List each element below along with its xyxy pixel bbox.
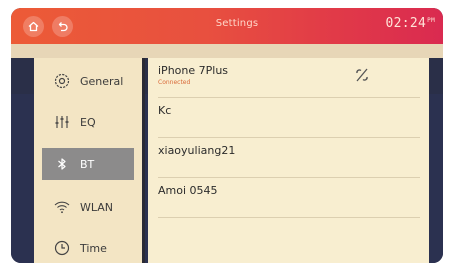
device-name: xiaoyuliang21 [158, 144, 236, 157]
clock-icon [52, 238, 72, 258]
sidebar-item-wlan[interactable]: WLAN [42, 191, 134, 223]
device-name: iPhone 7Plus [158, 64, 229, 77]
sidebar-item-label: Time [80, 241, 107, 255]
sidebar-item-label: EQ [80, 115, 96, 129]
device-name: Amoi 0545 [158, 184, 218, 197]
disconnect-button[interactable] [354, 66, 370, 88]
top-bar: Settings 02:24PM [11, 8, 443, 44]
clock-suffix: PM [427, 16, 435, 24]
clock: 02:24PM [386, 16, 435, 31]
page-title: Settings [215, 18, 259, 29]
list-item[interactable]: Amoi 0545 [158, 178, 420, 218]
equalizer-icon [52, 112, 72, 132]
device-status: Connected [158, 79, 191, 86]
bluetooth-device-list: iPhone 7Plus Connected Kc xiaoyuliang21 … [148, 58, 429, 263]
clock-time: 02:24 [385, 16, 427, 31]
sidebar-item-label: BT [80, 157, 95, 171]
list-item[interactable]: Kc [158, 98, 420, 138]
wifi-icon [52, 197, 72, 217]
sidebar-item-general[interactable]: General [42, 65, 134, 97]
home-button[interactable] [23, 16, 44, 37]
sidebar-item-label: General [80, 74, 124, 88]
home-icon [27, 20, 40, 33]
list-item[interactable]: xiaoyuliang21 [158, 138, 420, 178]
device-name: Kc [158, 104, 172, 117]
disconnect-icon [354, 68, 370, 88]
sidebar-item-time[interactable]: Time [42, 232, 134, 263]
sidebar-item-eq[interactable]: EQ [42, 106, 134, 138]
bluetooth-icon [52, 154, 72, 174]
head-unit-screen: Settings 02:24PM General EQ BT WLAN Time… [11, 8, 443, 263]
sidebar-item-bt[interactable]: BT [42, 148, 134, 180]
gear-icon [52, 71, 72, 91]
settings-sidebar: General EQ BT WLAN Time [34, 58, 145, 263]
header-strip [11, 44, 443, 58]
sidebar-item-label: WLAN [80, 200, 114, 214]
back-button[interactable] [52, 16, 73, 37]
list-item[interactable]: iPhone 7Plus Connected [158, 58, 420, 98]
back-icon [56, 20, 69, 33]
